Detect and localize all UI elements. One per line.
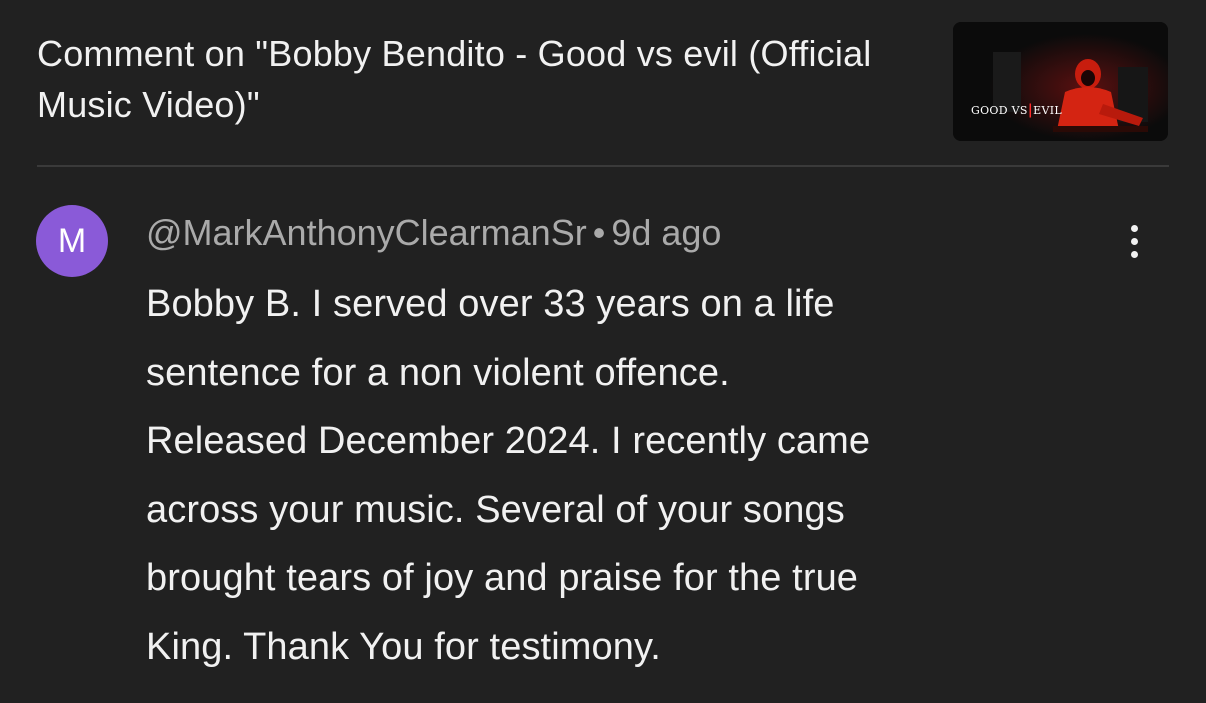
more-vertical-icon xyxy=(1130,224,1138,232)
comment-timestamp: 9d ago xyxy=(611,212,722,253)
video-thumbnail[interactable]: GOOD VS|EVIL xyxy=(953,22,1168,141)
more-options-button[interactable] xyxy=(1116,218,1152,264)
avatar[interactable]: M xyxy=(36,205,108,277)
more-vertical-icon xyxy=(1130,237,1138,245)
more-vertical-icon xyxy=(1130,250,1138,258)
page-title: Comment on "Bobby Bendito - Good vs evil… xyxy=(37,33,872,125)
thumbnail-image xyxy=(953,22,1168,141)
comment-text: Bobby B. I served over 33 years on a lif… xyxy=(146,283,871,668)
avatar-letter: M xyxy=(57,221,87,260)
divider xyxy=(37,165,1169,167)
comment-meta: @MarkAnthonyClearmanSr • 9d ago xyxy=(146,210,721,256)
author-name[interactable]: @MarkAnthonyClearmanSr xyxy=(146,212,587,253)
thumbnail-caption: GOOD VS|EVIL xyxy=(971,102,1062,118)
comment-header: Comment on "Bobby Bendito - Good vs evil… xyxy=(37,28,917,130)
meta-separator: • xyxy=(592,212,606,253)
